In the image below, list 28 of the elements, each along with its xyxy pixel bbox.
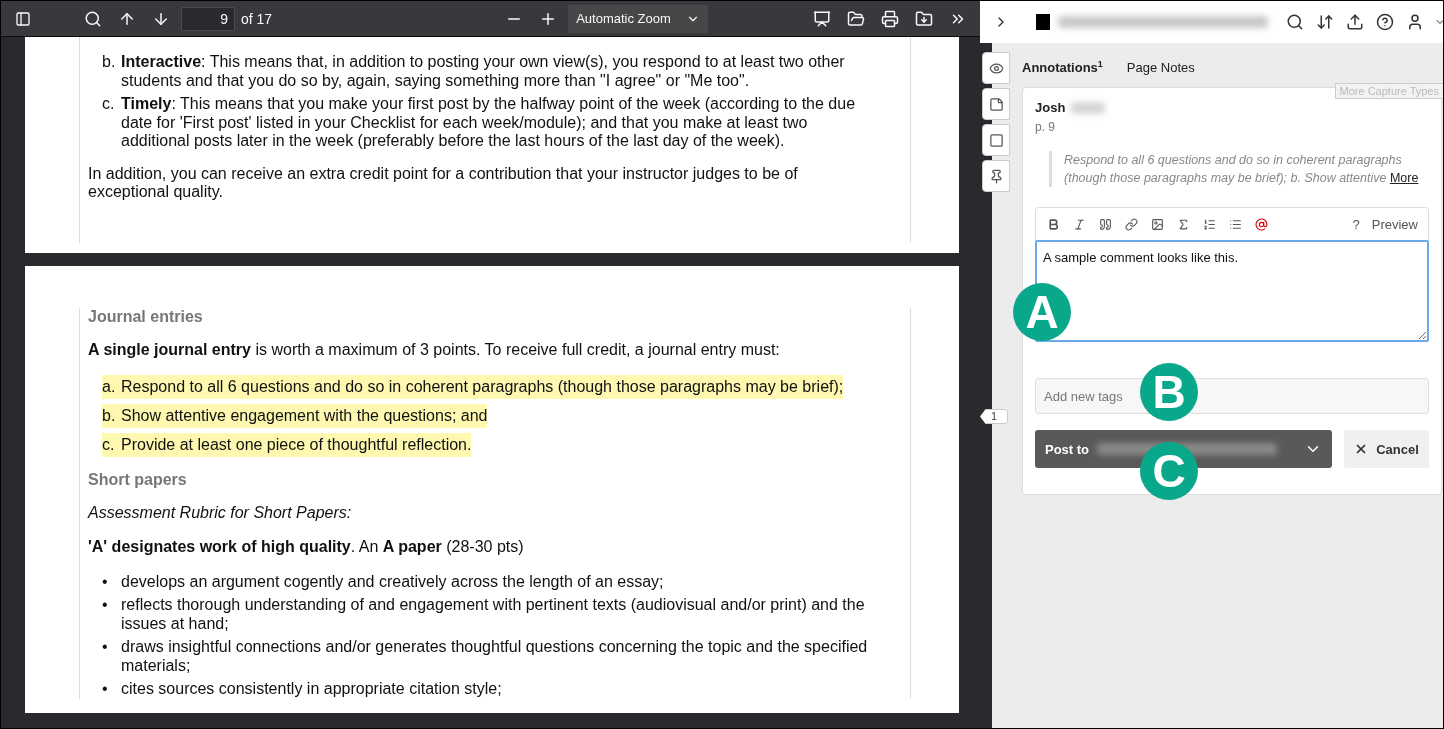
paragraph: A single journal entry is worth a maximum of 3 points. To receive full credit, a journal entry must: <box>88 340 781 359</box>
page-reference: p. 9 <box>1035 120 1056 134</box>
section-heading: Journal entries <box>88 308 204 327</box>
list-item-text: Interactive: This means that, in addition to posting your own view(s), you respond to at least two other students and that you do so by, again, saying something more than "I agree" or "Me too". <box>121 53 846 90</box>
author-name: Josh <box>1035 100 1066 115</box>
list-item-text: develops an argument cogently and creatively across the length of an essay; <box>121 572 664 591</box>
list-marker: • <box>102 638 109 657</box>
list-marker: • <box>102 680 109 699</box>
list-item-text: Respond to all 6 questions and do so in coherent paragraphs (though those paragraphs may be brief); <box>121 375 844 399</box>
page-count: of 17 <box>241 10 273 27</box>
list-marker: a. <box>102 375 121 399</box>
list-item-text: Show attentive engagement with the questions; and <box>121 404 488 428</box>
list-item-text: Timely: This means that you make your first post by the halfway point of the week (according to the due date for 'First post' listed in your Checklist for each week/module); and that you make at least two additional posts later in the week (preferably before the last hours of the last day of the week). <box>121 95 857 151</box>
list-item-text: cites sources consistently in appropriate citation style; <box>121 680 502 699</box>
italic-paragraph: Assessment Rubric for Short Papers: <box>88 503 353 522</box>
section-heading: Short papers <box>88 471 188 490</box>
list-item-text: draws insightful connections and/or generates thoughtful questions concerning the topic and the specified materials; <box>121 638 869 675</box>
paragraph: In addition, you can receive an extra credit point for a contribution that your instructor judges to be of exceptional quality. <box>88 164 799 202</box>
list-item-text: reflects thorough understanding of and engagement with pertinent texts (audiovisual and/or print) and the issues at hand; <box>121 596 866 633</box>
list-marker: b. <box>102 53 117 72</box>
list-marker: • <box>102 572 109 591</box>
list-marker: • <box>102 596 109 615</box>
paragraph: 'A' designates work of high quality. An A paper (28-30 pts) <box>88 538 525 557</box>
list-marker: c. <box>102 95 116 114</box>
quoted-text: Respond to all 6 questions and do so in coherent paragraphs (though those paragraphs may be brief); b. Show attentive More <box>1049 151 1429 187</box>
list-marker: b. <box>102 404 121 428</box>
list-marker: c. <box>102 433 121 457</box>
list-item-text: Provide at least one piece of thoughtful reflection. <box>121 433 472 457</box>
